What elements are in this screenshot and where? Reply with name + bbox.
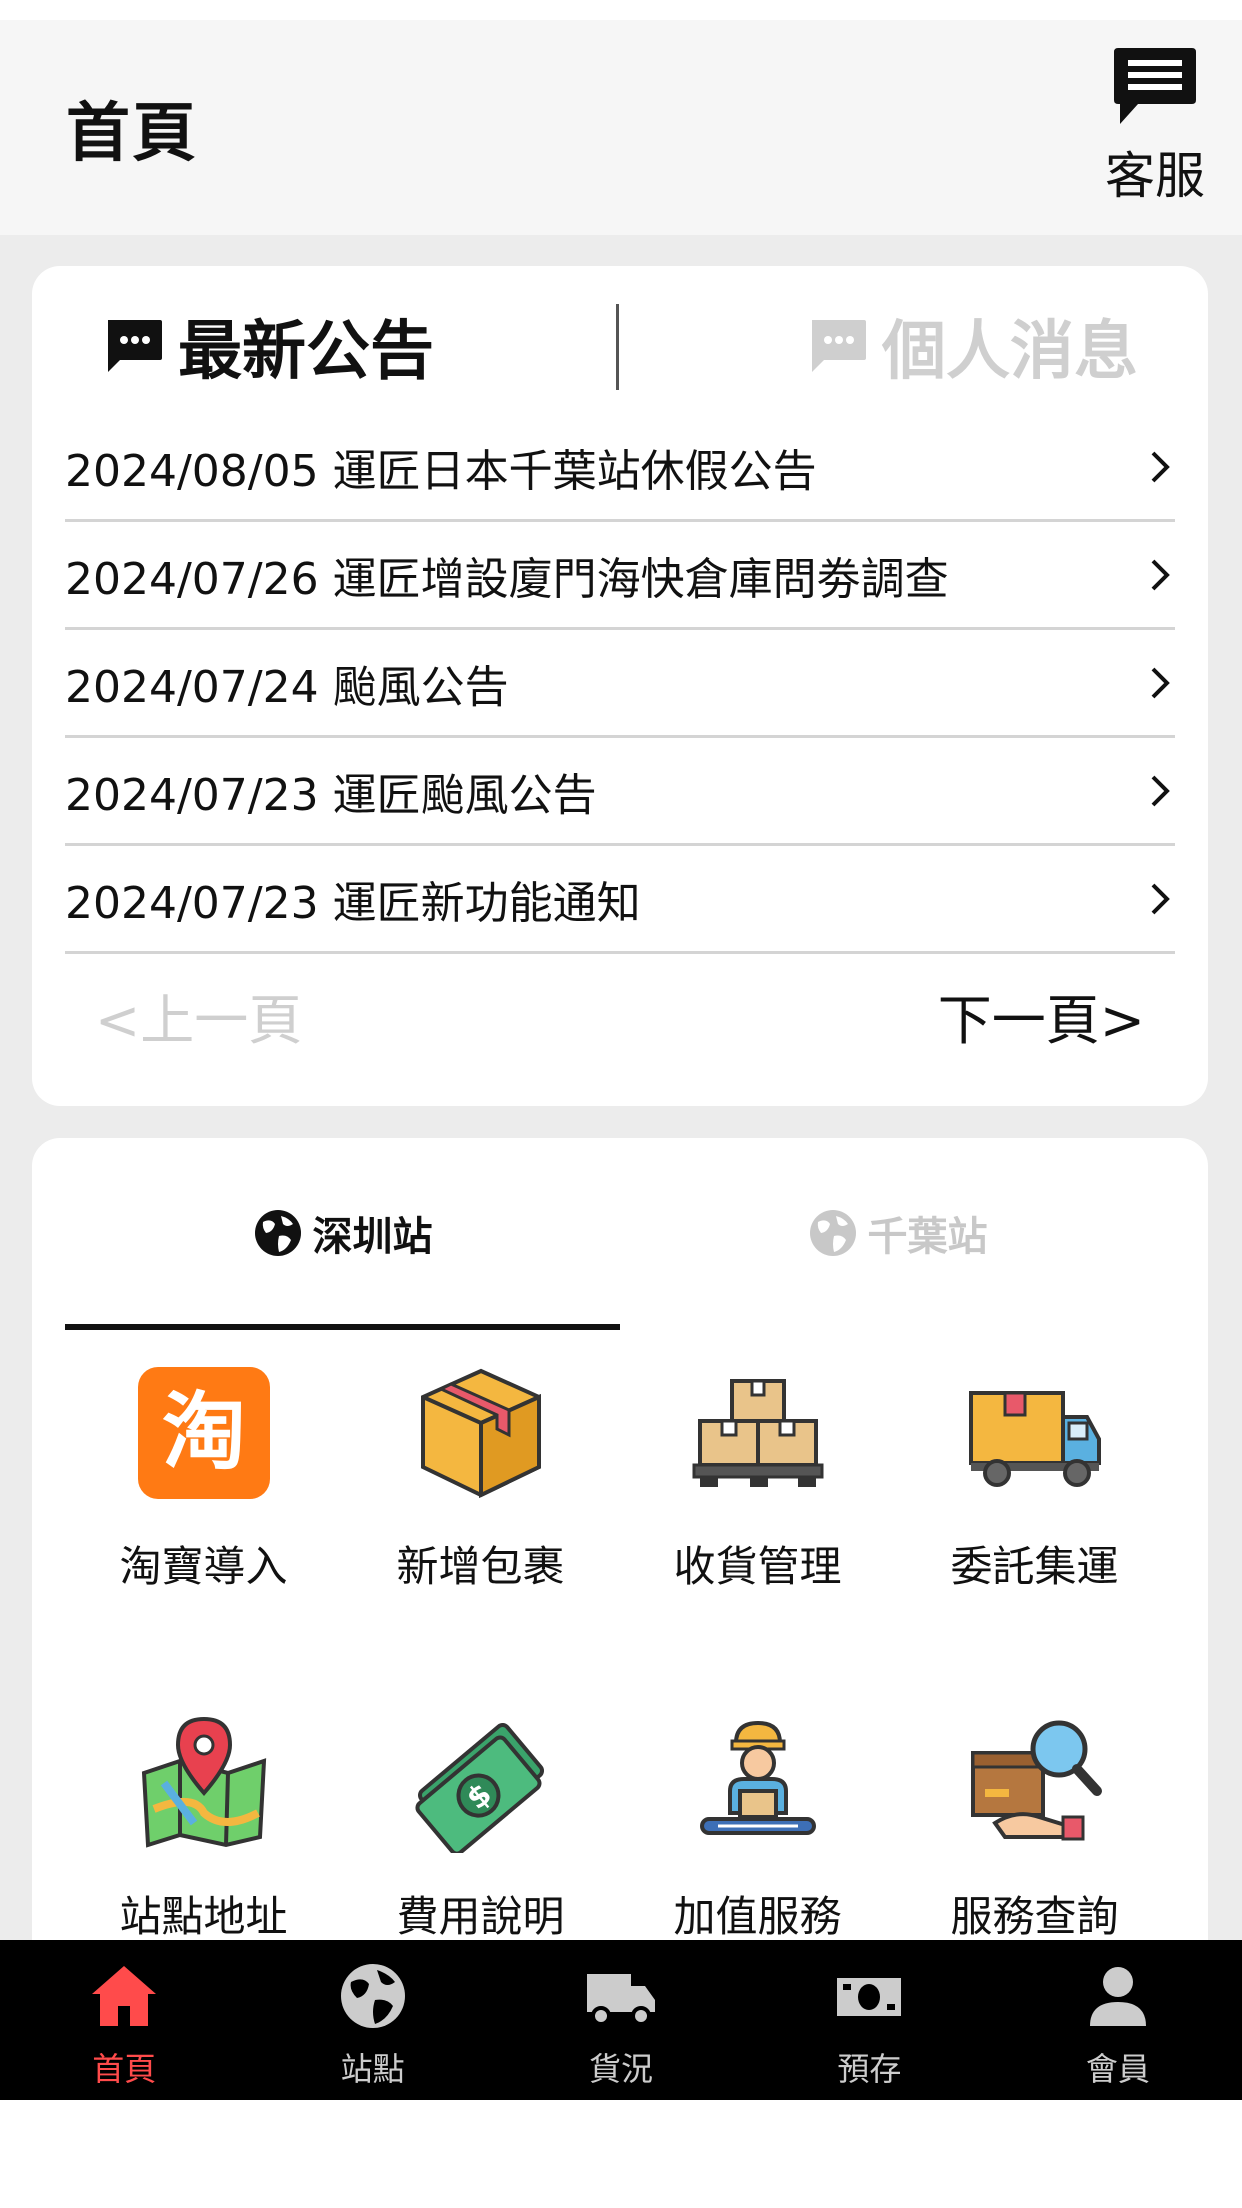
next-page-button[interactable]: 下一頁> <box>938 976 1145 1055</box>
tab-chiba-station[interactable]: 千葉站 <box>620 1178 1175 1288</box>
package-box-icon <box>420 1368 541 1499</box>
status-strip <box>0 0 1242 20</box>
worker-icon <box>699 1720 816 1835</box>
tab-shenzhen-station[interactable]: 深圳站 <box>65 1178 620 1288</box>
notice-item-text: 2024/07/26 運匠增設廈門海快倉庫問劵調查 <box>65 553 949 605</box>
chevron-right-icon <box>1151 559 1170 590</box>
active-tab-underline <box>65 1324 620 1330</box>
tab-shenzhen-station-label: 深圳站 <box>312 1214 433 1260</box>
service-label: 淘寶導入 <box>119 1542 288 1591</box>
bottom-tab-bar: 首頁 站點 貨況 預存 會員 <box>0 1940 1242 2100</box>
chevron-right-icon <box>1151 451 1170 482</box>
notice-tabs: 最新公告 個人消息 <box>32 296 1208 396</box>
customer-service-button[interactable]: 客服 <box>1100 42 1210 222</box>
globe-icon <box>809 1210 856 1256</box>
globe-icon <box>340 1964 405 2028</box>
service-station-address[interactable]: 站點地址 <box>65 1713 342 1944</box>
notice-item[interactable]: 2024/08/05 運匠日本千葉站休假公告 <box>65 414 1175 522</box>
money-icon <box>837 1978 902 2016</box>
delivery-truck-icon <box>968 1391 1101 1487</box>
tabbar-label: 貨況 <box>589 2050 654 2088</box>
tabbar-item-prepaid[interactable]: 預存 <box>745 1940 993 2100</box>
service-label: 新增包裹 <box>396 1542 565 1591</box>
customer-service-label: 客服 <box>1105 147 1205 205</box>
tabbar-label: 站點 <box>340 2050 405 2088</box>
notice-item-text: 2024/07/23 運匠颱風公告 <box>65 769 597 821</box>
chat-icon <box>1114 48 1196 124</box>
truck-icon <box>587 1974 656 2026</box>
notice-item-text: 2024/08/05 運匠日本千葉站休假公告 <box>65 445 817 497</box>
notice-card: 最新公告 個人消息 2024/08/05 運匠日本千葉站休假公告 2024/07… <box>32 266 1208 1106</box>
tabbar-label: 預存 <box>837 2050 902 2088</box>
tabbar-item-home[interactable]: 首頁 <box>0 1940 248 2100</box>
notice-item-text: 2024/07/23 運匠新功能通知 <box>65 877 641 929</box>
tabbar-item-stations[interactable]: 站點 <box>248 1940 496 2100</box>
notice-item[interactable]: 2024/07/24 颱風公告 <box>65 630 1175 738</box>
tabbar-item-member[interactable]: 會員 <box>994 1940 1242 2100</box>
tab-personal-messages-label: 個人消息 <box>882 315 1138 389</box>
tabbar-label: 首頁 <box>92 2050 157 2088</box>
chat-icon <box>812 320 866 372</box>
notice-item[interactable]: 2024/07/23 運匠颱風公告 <box>65 738 1175 846</box>
home-icon <box>92 1966 157 2026</box>
service-label: 站點地址 <box>119 1892 288 1941</box>
app-screen: 首頁 客服 最新公告 個人消息 2024/08/05 運匠日本千葉站休假公告 2… <box>0 0 1242 2100</box>
tab-personal-messages[interactable]: 個人消息 <box>806 296 1138 396</box>
notice-item[interactable]: 2024/07/26 運匠增設廈門海快倉庫問劵調查 <box>65 522 1175 630</box>
tabbar-label: 會員 <box>1085 2050 1150 2088</box>
service-consolidated-shipping[interactable]: 委託集運 <box>896 1363 1173 1594</box>
tab-chiba-station-label: 千葉站 <box>867 1214 988 1260</box>
service-add-package[interactable]: 新增包裹 <box>342 1363 619 1594</box>
tab-divider <box>616 304 619 390</box>
svg-text:淘: 淘 <box>161 1383 245 1481</box>
notice-item[interactable]: 2024/07/23 運匠新功能通知 <box>65 846 1175 954</box>
service-taobao-import[interactable]: 淘 淘寶導入 <box>65 1363 342 1594</box>
globe-icon <box>254 1210 301 1256</box>
boxes-pallet-icon <box>692 1379 823 1487</box>
service-label: 加值服務 <box>673 1892 842 1941</box>
station-tabs: 深圳站 千葉站 <box>65 1178 1175 1330</box>
page-header: 首頁 客服 <box>0 20 1242 235</box>
notice-pager: <上一頁 下一頁> <box>65 966 1175 1066</box>
service-label: 服務查詢 <box>950 1892 1119 1941</box>
map-pin-icon <box>141 1716 266 1848</box>
page-title: 首頁 <box>66 97 198 171</box>
service-fee-description[interactable]: $ 費用說明 <box>342 1713 619 1944</box>
service-receiving-management[interactable]: 收貨管理 <box>619 1363 896 1594</box>
chevron-right-icon <box>1151 775 1170 806</box>
tabbar-item-shipment-status[interactable]: 貨況 <box>497 1940 745 2100</box>
service-value-added[interactable]: 加值服務 <box>619 1713 896 1944</box>
notice-item-text: 2024/07/24 颱風公告 <box>65 661 509 713</box>
service-inquiry[interactable]: 服務查詢 <box>896 1713 1173 1944</box>
service-label: 收貨管理 <box>673 1542 842 1591</box>
search-box-icon <box>970 1720 1102 1841</box>
chevron-right-icon <box>1151 667 1170 698</box>
prev-page-button[interactable]: <上一頁 <box>95 976 302 1055</box>
money-bill-icon: $ <box>414 1722 544 1853</box>
user-icon <box>1089 1967 1146 2026</box>
service-label: 委託集運 <box>950 1542 1119 1591</box>
chat-icon <box>108 320 162 372</box>
service-label: 費用說明 <box>396 1892 565 1941</box>
taobao-icon: 淘 <box>137 1367 270 1499</box>
chevron-right-icon <box>1151 883 1170 914</box>
tab-latest-notice[interactable]: 最新公告 <box>102 296 434 396</box>
notice-list: 2024/08/05 運匠日本千葉站休假公告 2024/07/26 運匠增設廈門… <box>65 414 1175 954</box>
tab-latest-notice-label: 最新公告 <box>178 315 434 389</box>
